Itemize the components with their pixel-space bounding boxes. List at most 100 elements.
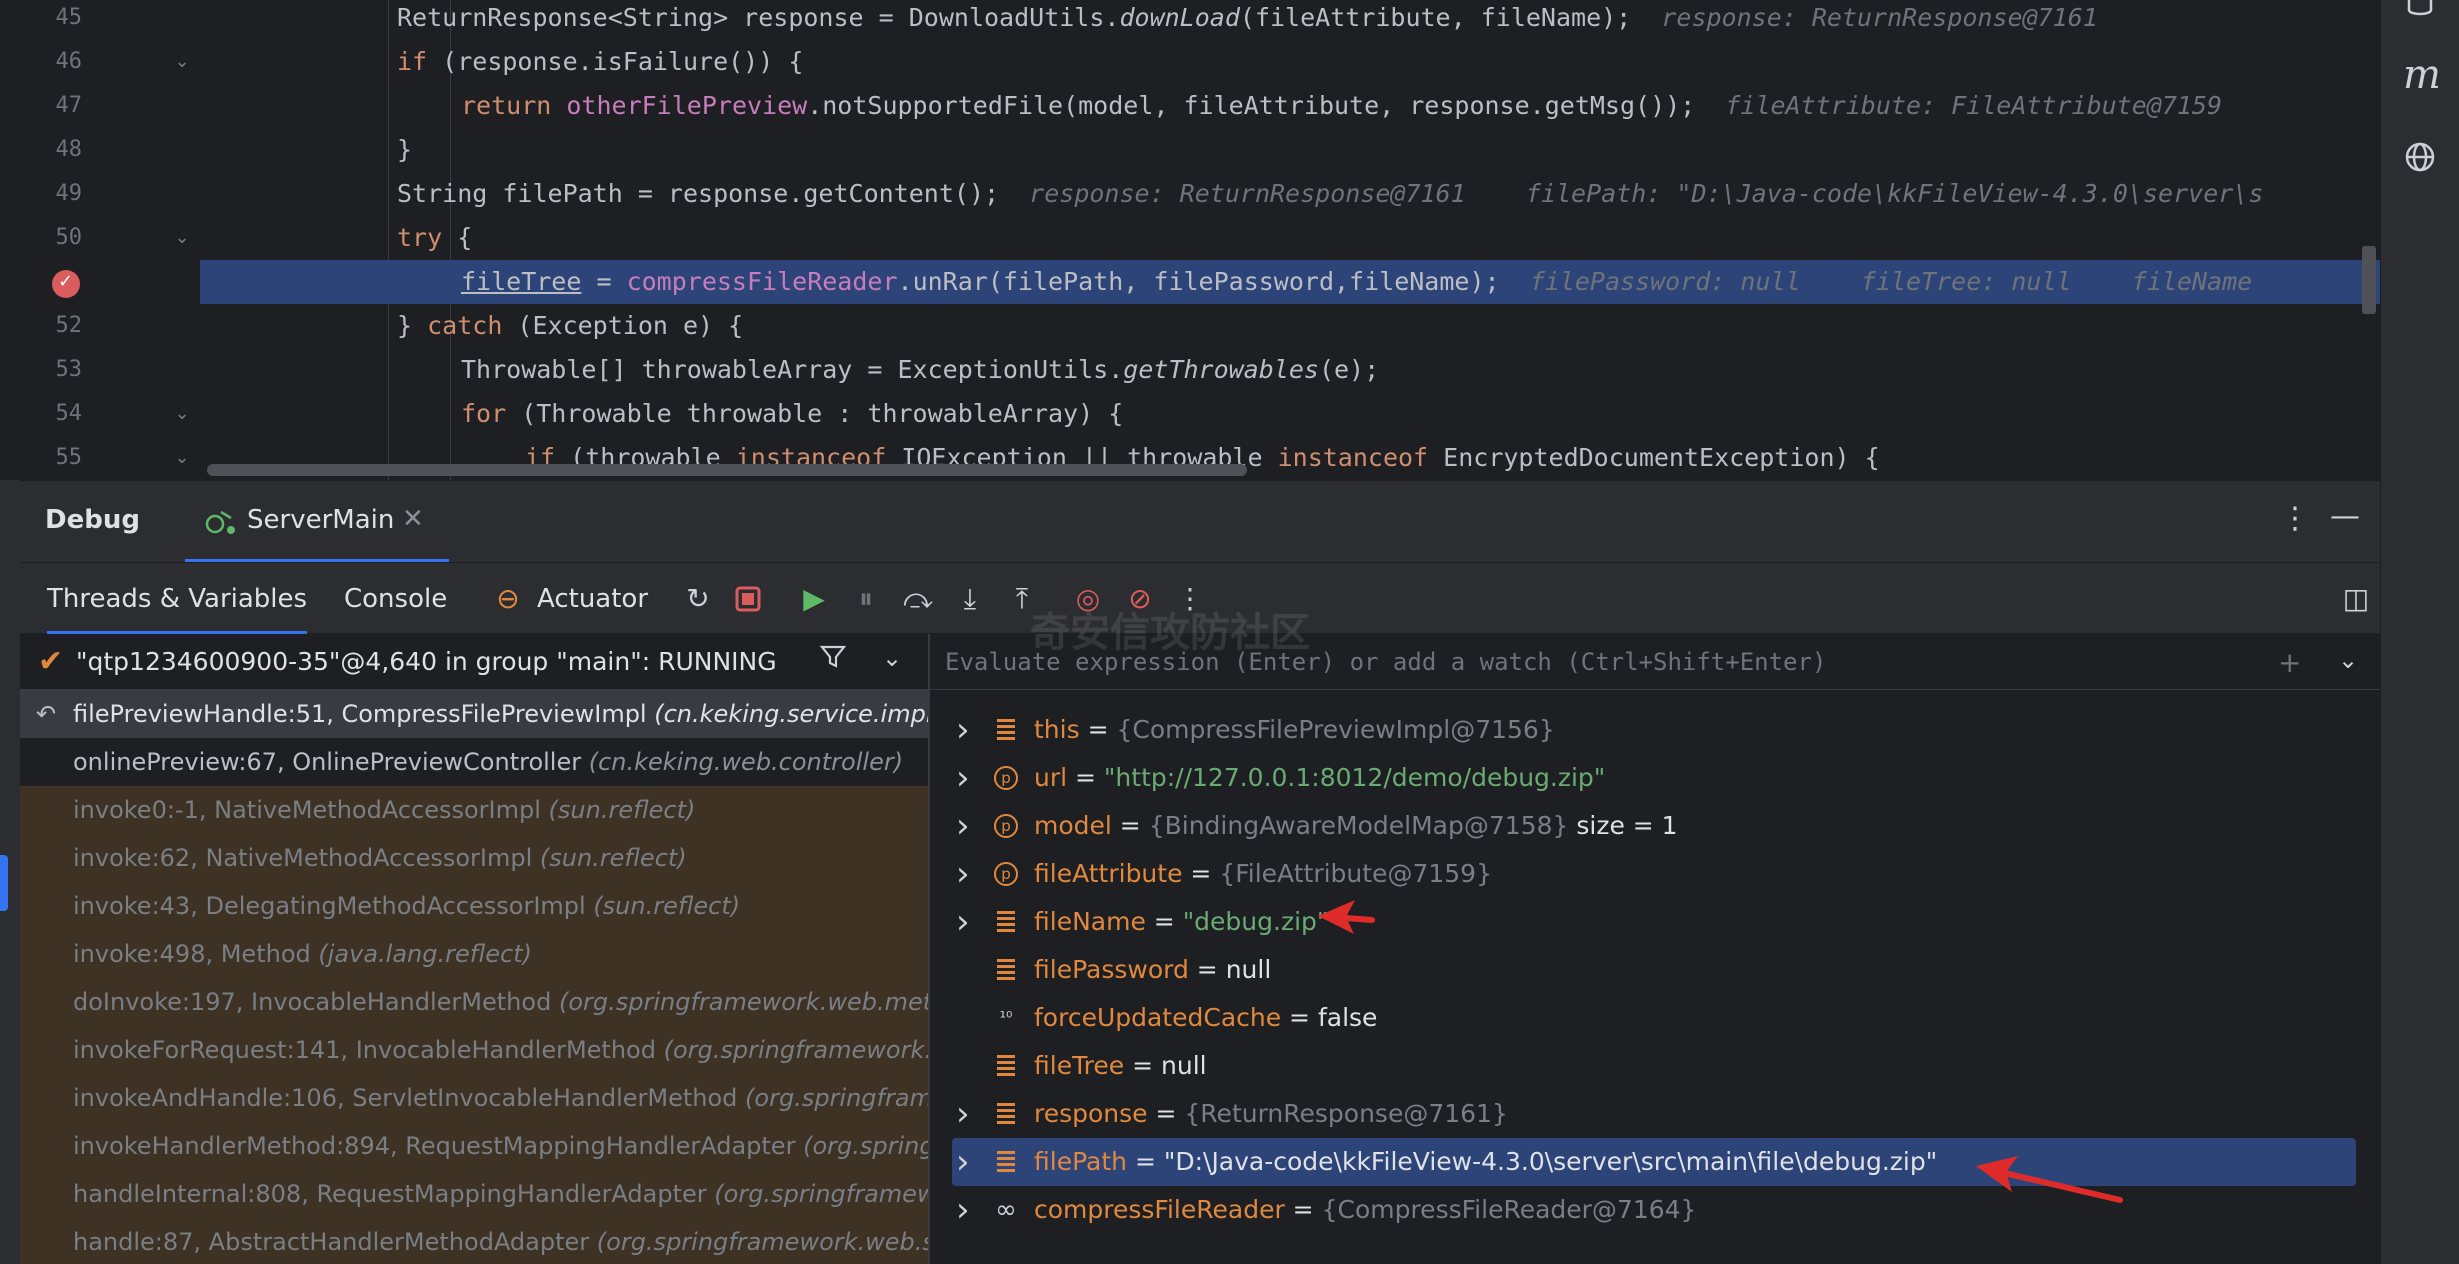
resume-icon[interactable]: ▶︎ (796, 581, 832, 617)
variable-extra: size = 1 (1568, 811, 1678, 840)
tab-threads-variables[interactable]: Threads & Variables (47, 563, 308, 635)
database-icon[interactable] (2403, 0, 2437, 20)
frame-item[interactable]: handle:87, AbstractHandlerMethodAdapter … (20, 1218, 928, 1264)
code-text: try { (397, 223, 473, 252)
variable-row[interactable]: › p model = {BindingAwareModelMap@7158} si… (930, 802, 2380, 850)
frame-method: onlinePreview:67, OnlinePreviewControlle… (73, 748, 589, 776)
frame-method: invokeForRequest:141, InvocableHandlerMe… (73, 1036, 664, 1064)
frame-item[interactable]: invokeHandlerMethod:894, RequestMappingH… (20, 1122, 928, 1170)
frame-method: filePreviewHandle:51, CompressFilePrevie… (73, 700, 655, 728)
code-line[interactable]: 45 ReturnResponse<String> response = Dow… (0, 0, 2380, 40)
variable-text: filePassword = null (1034, 955, 1272, 984)
param-icon: p (994, 814, 1018, 838)
frame-item[interactable]: doInvoke:197, InvocableHandlerMethod (or… (20, 978, 928, 1026)
frame-item[interactable]: handleInternal:808, RequestMappingHandle… (20, 1170, 928, 1218)
frame-method: invoke:498, Method (73, 940, 319, 968)
code-line[interactable]: 46 ⌄ if (response.isFailure()) { (0, 40, 2380, 84)
rerun-icon[interactable]: ↻ (680, 581, 716, 617)
code-editor[interactable]: 45 ReturnResponse<String> response = Dow… (0, 0, 2380, 480)
frame-item[interactable]: onlinePreview:67, OnlinePreviewControlle… (20, 738, 928, 786)
web-icon[interactable] (2403, 140, 2437, 174)
variable-row[interactable]: › ∞ compressFileReader = {CompressFileRead… (930, 1186, 2380, 1234)
code-line[interactable]: 49 String filePath = response.getContent… (0, 172, 2380, 216)
variable-row[interactable]: › filePath = "D:\Java-code\kkFileView-4.3… (952, 1138, 2356, 1186)
watch-icon: ∞ (995, 1195, 1017, 1225)
frame-item[interactable]: invoke:62, NativeMethodAccessorImpl (sun… (20, 834, 928, 882)
step-over-icon[interactable]: ⤼ (900, 581, 936, 617)
frame-item[interactable]: invoke:43, DelegatingMethodAccessorImpl … (20, 882, 928, 930)
minimize-icon[interactable]: — (2330, 499, 2360, 534)
horizontal-scrollbar[interactable] (207, 464, 1247, 476)
breakpoint-icon[interactable] (52, 270, 80, 298)
chevron-right-icon[interactable]: › (956, 802, 970, 850)
more-options-icon[interactable]: ⋮ (2280, 501, 2310, 536)
frame-item[interactable]: invokeForRequest:141, InvocableHandlerMe… (20, 1026, 928, 1074)
debug-title: Debug (45, 505, 140, 535)
frame-method: invokeHandlerMethod:894, RequestMappingH… (73, 1132, 804, 1160)
chevron-right-icon[interactable]: › (956, 898, 970, 946)
stop-icon[interactable] (730, 581, 766, 617)
variable-row[interactable]: › this = {CompressFilePreviewImpl@7156} (930, 706, 2380, 754)
variable-row[interactable]: › fileName = "debug.zip" (930, 898, 2380, 946)
variable-text: compressFileReader = {CompressFileReader… (1034, 1195, 1697, 1224)
variable-row[interactable]: fileTree = null (930, 1042, 2380, 1090)
pause-icon[interactable]: ⏸ (848, 581, 884, 617)
variable-row[interactable]: › response = {ReturnResponse@7161} (930, 1090, 2380, 1138)
chevron-right-icon[interactable]: › (956, 754, 970, 802)
frame-method: invoke:43, DelegatingMethodAccessorImpl (73, 892, 594, 920)
fold-chevron-icon[interactable]: ⌄ (172, 404, 192, 424)
chevron-right-icon[interactable]: › (956, 850, 970, 898)
chevron-right-icon[interactable]: › (956, 1090, 970, 1138)
thread-selector[interactable]: ✔ "qtp1234600900-35"@4,640 in group "mai… (20, 634, 928, 690)
close-icon[interactable]: ✕ (402, 504, 424, 534)
tab-console[interactable]: Console (344, 563, 447, 635)
chevron-down-icon[interactable]: ⌄ (882, 644, 902, 672)
filter-icon[interactable] (819, 644, 847, 677)
variable-text: fileAttribute = {FileAttribute@7159} (1034, 859, 1492, 888)
variable-text: fileTree = null (1034, 1051, 1207, 1080)
actuator-icon: ⊖ (496, 582, 520, 615)
frame-item[interactable]: invokeAndHandle:106, ServletInvocableHan… (20, 1074, 928, 1122)
frame-item[interactable]: invoke:498, Method (java.lang.reflect) (20, 930, 928, 978)
step-into-icon[interactable]: ⤓ (952, 581, 988, 617)
chevron-down-icon[interactable]: ⌄ (2338, 646, 2358, 674)
vertical-scrollbar[interactable] (2362, 246, 2376, 314)
code-line[interactable]: 47 return otherFilePreview.notSupportedF… (0, 84, 2380, 128)
frame-package: (org.springframework.web.servlet) (803, 1132, 928, 1160)
variable-row[interactable]: › p fileAttribute = {FileAttribute@7159} (930, 850, 2380, 898)
execution-line[interactable]: fileTree = compressFileReader.unRar(file… (0, 260, 2380, 304)
variable-value: {CompressFileReader@7164} (1321, 1195, 1697, 1224)
frame-package: (org.springframework.web.servlet) (714, 1180, 928, 1208)
code-line[interactable]: 53 Throwable[] throwableArray = Exceptio… (0, 348, 2380, 392)
chevron-right-icon[interactable]: › (956, 1138, 970, 1186)
frames-pane: ✔ "qtp1234600900-35"@4,640 in group "mai… (20, 634, 928, 1264)
tab-servermain[interactable]: ServerMain ✕ (185, 481, 449, 563)
chevron-right-icon[interactable]: › (956, 1186, 970, 1234)
code-line[interactable]: 52 } catch (Exception e) { (0, 304, 2380, 348)
inline-debug-hint: filePath: "D:\Java-code\kkFileView-4.3.0… (1525, 179, 2264, 208)
code-line[interactable]: 48 } (0, 128, 2380, 172)
frame-package: (cn.keking.web.controller) (588, 748, 904, 776)
variable-row[interactable]: filePassword = null (930, 946, 2380, 994)
variable-text: this = {CompressFilePreviewImpl@7156} (1034, 715, 1555, 744)
thread-label: "qtp1234600900-35"@4,640 in group "main"… (76, 647, 777, 676)
code-line[interactable]: 50 ⌄ try { (0, 216, 2380, 260)
layout-settings-icon[interactable]: ◫ (2338, 581, 2374, 617)
frame-item[interactable]: ↶ filePreviewHandle:51, CompressFilePrevi… (20, 690, 928, 738)
variable-row[interactable]: › p url = "http://127.0.0.1:8012/demo/debu… (930, 754, 2380, 802)
maven-icon[interactable]: m (2403, 55, 2441, 95)
param-icon: p (994, 862, 1018, 886)
variable-row[interactable]: ¹⁰ forceUpdatedCache = false (930, 994, 2380, 1042)
frame-item[interactable]: invoke0:-1, NativeMethodAccessorImpl (su… (20, 786, 928, 834)
code-line[interactable]: 54 ⌄ for (Throwable throwable : throwabl… (0, 392, 2380, 436)
add-watch-icon[interactable]: + (2278, 646, 2301, 679)
fold-chevron-icon[interactable]: ⌄ (172, 228, 192, 248)
chevron-right-icon[interactable]: › (956, 706, 970, 754)
fold-chevron-icon[interactable]: ⌄ (172, 52, 192, 72)
code-text: for (Throwable throwable : throwableArra… (461, 399, 1124, 428)
frame-package: (org.springframework.web.servlet) (745, 1084, 928, 1112)
fold-chevron-icon[interactable]: ⌄ (172, 448, 192, 468)
inline-debug-hint: fileName (2131, 267, 2253, 296)
tab-actuator[interactable]: Actuator (537, 563, 648, 635)
line-number: 45 (55, 5, 83, 30)
